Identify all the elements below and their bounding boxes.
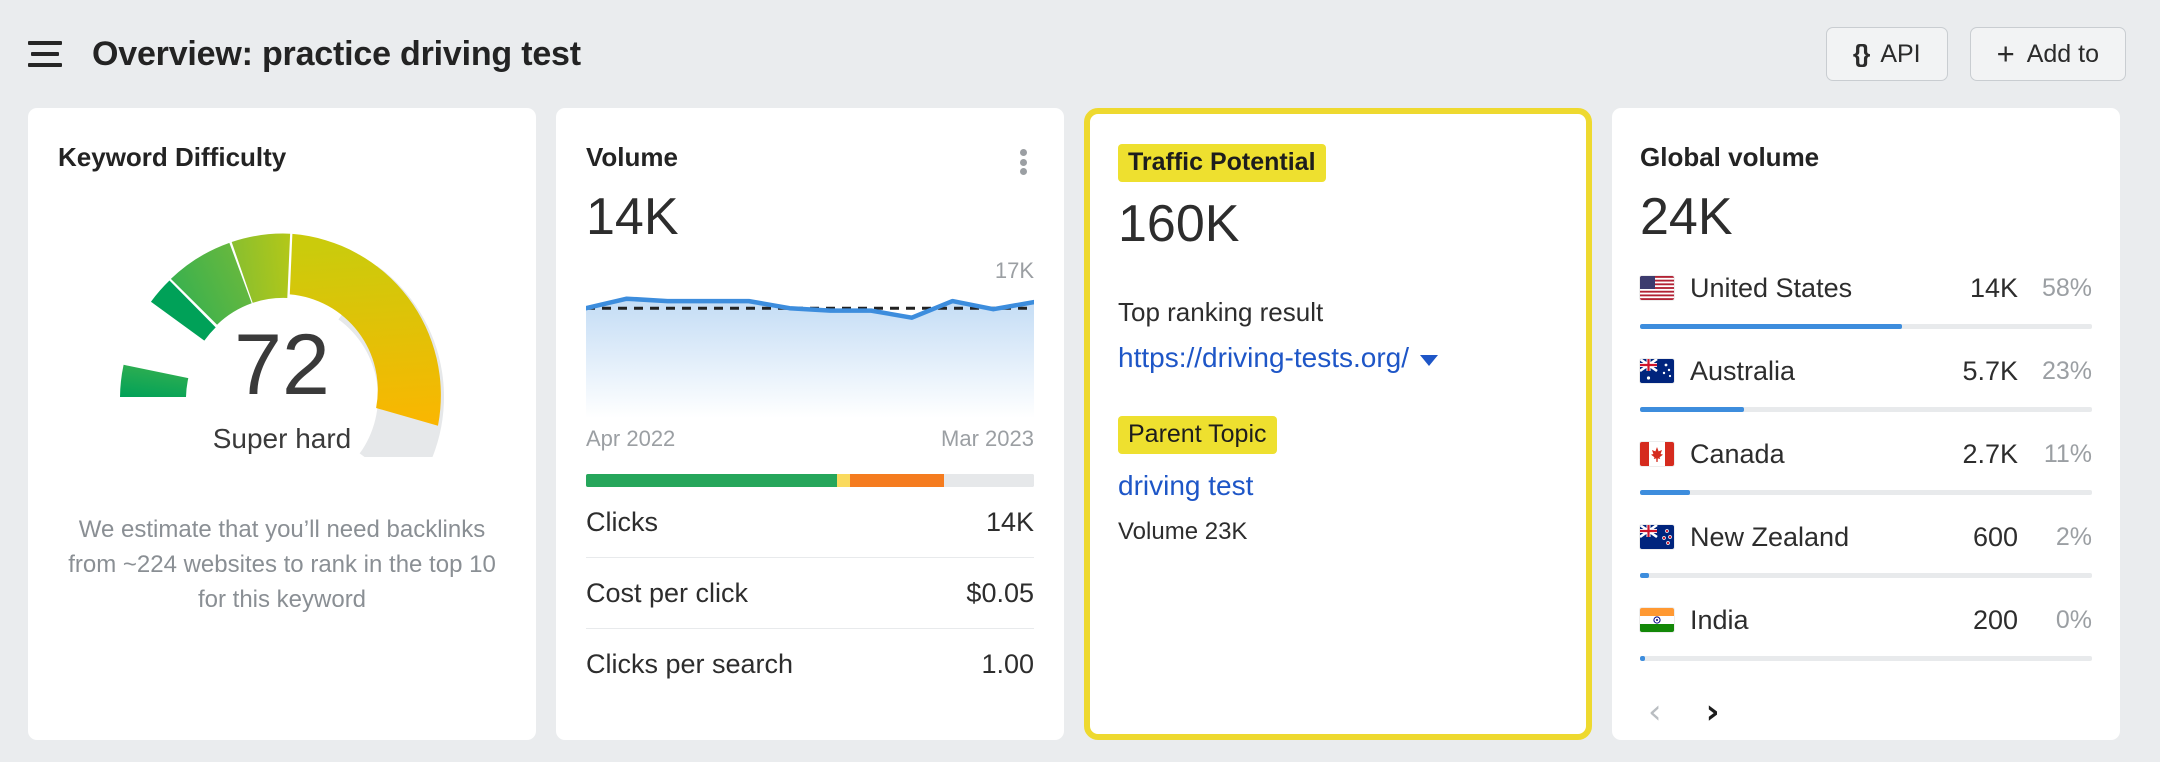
country-percent: 58%	[2041, 273, 2092, 302]
traffic-potential-value: 160K	[1118, 195, 1240, 253]
parent-topic-volume: Volume 23K	[1118, 518, 1248, 546]
page-title: Overview: practice driving test	[92, 34, 581, 73]
metrics-card-row: Keyword Difficulty 72 Super hard We esti…	[0, 108, 2160, 740]
parent-topic-link[interactable]: driving test	[1118, 470, 1558, 502]
country-volume: 2.7K	[1962, 438, 2018, 469]
volume-metric-row: Cost per click $0.05	[586, 558, 1034, 630]
global-volume-value: 24K	[1640, 188, 1733, 246]
country-name: Australia	[1690, 355, 1796, 386]
country-volume: 200	[1972, 604, 2018, 635]
global-volume-card: Global volume 24K United States 14K 58% Aus…	[1612, 108, 2120, 740]
traffic-potential-badge: Traffic Potential	[1118, 144, 1326, 182]
au-flag-icon	[1640, 359, 1674, 384]
country-name: India	[1690, 604, 1749, 635]
country-row[interactable]: Australia 5.7K 23%	[1640, 329, 2092, 413]
keyword-difficulty-card: Keyword Difficulty 72 Super hard We esti…	[28, 108, 536, 740]
traffic-potential-card: Traffic Potential 160K Top ranking resul…	[1084, 108, 1592, 740]
keyword-difficulty-footnote: We estimate that you’ll need backlinks f…	[68, 516, 496, 613]
add-to-button-label: Add to	[2026, 39, 2099, 68]
country-name: Canada	[1690, 438, 1785, 469]
api-button[interactable]: {} API	[1825, 27, 1948, 81]
keyword-difficulty-rating: Super hard	[212, 422, 352, 454]
serp-segment-paid	[836, 474, 851, 488]
country-row[interactable]: United States 14K 58%	[1640, 246, 2092, 330]
volume-title: Volume	[586, 142, 678, 172]
keyword-difficulty-score: 72	[234, 317, 330, 413]
country-share-bar-fill	[1640, 656, 1646, 662]
country-row[interactable]: Canada 2.7K 11%	[1640, 412, 2092, 496]
plus-icon: +	[1996, 35, 2015, 71]
country-row[interactable]: New Zealand 600 2%	[1640, 495, 2092, 579]
country-percent: 2%	[2055, 522, 2092, 551]
keyword-difficulty-title: Keyword Difficulty	[58, 142, 287, 172]
country-line: India 200 0%	[1640, 598, 2092, 642]
volume-x-start: Apr 2022	[586, 426, 676, 452]
volume-metric-label: Cost per click	[586, 577, 749, 608]
country-line: New Zealand 600 2%	[1640, 515, 2092, 559]
volume-metric-value: 14K	[985, 506, 1034, 537]
top-ranking-result-url: https://driving-tests.org/	[1118, 342, 1410, 374]
volume-card: Volume 14K 17K Apr 2022 Mar 2023 Clicks …	[556, 108, 1064, 740]
volume-value: 14K	[586, 188, 679, 246]
serp-segment-organic	[586, 474, 837, 488]
volume-metric-value: $0.05	[966, 577, 1034, 608]
country-percent: 11%	[2043, 439, 2092, 468]
kebab-menu-icon[interactable]	[1010, 144, 1036, 180]
country-name: United States	[1690, 272, 1853, 303]
country-line: Australia 5.7K 23%	[1640, 349, 2092, 393]
volume-metric-row: Clicks per search 1.00	[586, 629, 1034, 700]
parent-topic-badge: Parent Topic	[1118, 416, 1277, 455]
keyword-difficulty-gauge: 72 Super hard	[92, 207, 472, 457]
braces-icon: {}	[1852, 39, 1871, 68]
country-volume: 600	[1972, 521, 2018, 552]
serp-segment-remainder	[944, 474, 1034, 488]
volume-sparkline-chart[interactable]	[586, 288, 1034, 419]
serp-distribution-bar	[586, 474, 1034, 488]
volume-metric-label: Clicks per search	[586, 649, 794, 680]
api-button-label: API	[1880, 39, 1921, 68]
country-line: Canada 2.7K 11%	[1640, 432, 2092, 476]
country-name: New Zealand	[1690, 521, 1850, 552]
sparkline-svg	[586, 296, 1034, 419]
volume-metric-row: Clicks 14K	[586, 487, 1034, 559]
top-ranking-result-label: Top ranking result	[1118, 297, 1324, 328]
country-percent: 0%	[2055, 605, 2092, 634]
global-volume-title: Global volume	[1640, 142, 1820, 172]
ca-flag-icon	[1640, 442, 1674, 467]
app-header: Overview: practice driving test {} API +…	[0, 0, 2160, 108]
us-flag-icon	[1640, 276, 1674, 301]
hamburger-icon[interactable]	[28, 41, 62, 67]
next-page-icon[interactable]: ›	[1706, 695, 1720, 729]
volume-x-end: Mar 2023	[941, 426, 1034, 452]
chevron-down-icon[interactable]	[1420, 355, 1439, 367]
gauge-center-readout: 72 Super hard	[92, 317, 472, 455]
country-list-pager: ‹ ›	[1640, 695, 2092, 729]
nz-flag-icon	[1640, 525, 1674, 550]
volume-metric-label: Clicks	[586, 506, 658, 537]
serp-segment-no-click	[850, 474, 945, 488]
country-percent: 23%	[2041, 356, 2092, 385]
volume-metric-value: 1.00	[981, 649, 1034, 680]
country-share-bar	[1640, 656, 2092, 662]
country-row[interactable]: India 200 0%	[1640, 578, 2092, 662]
country-line: United States 14K 58%	[1640, 266, 2092, 310]
volume-axis-labels: Apr 2022 Mar 2023	[586, 426, 1034, 452]
volume-axis-max-label: 17K	[994, 258, 1034, 284]
country-volume: 5.7K	[1962, 355, 2018, 386]
add-to-button[interactable]: + Add to	[1969, 27, 2126, 81]
volume-metrics-list: Clicks 14K Cost per click $0.05 Clicks per s…	[586, 487, 1034, 700]
country-breakdown-list: United States 14K 58% Australia 5.7K 23% Canad…	[1640, 246, 2092, 662]
prev-page-icon[interactable]: ‹	[1648, 695, 1662, 729]
top-ranking-result-link[interactable]: https://driving-tests.org/	[1118, 342, 1558, 374]
country-volume: 14K	[1969, 272, 2018, 303]
in-flag-icon	[1640, 608, 1674, 633]
